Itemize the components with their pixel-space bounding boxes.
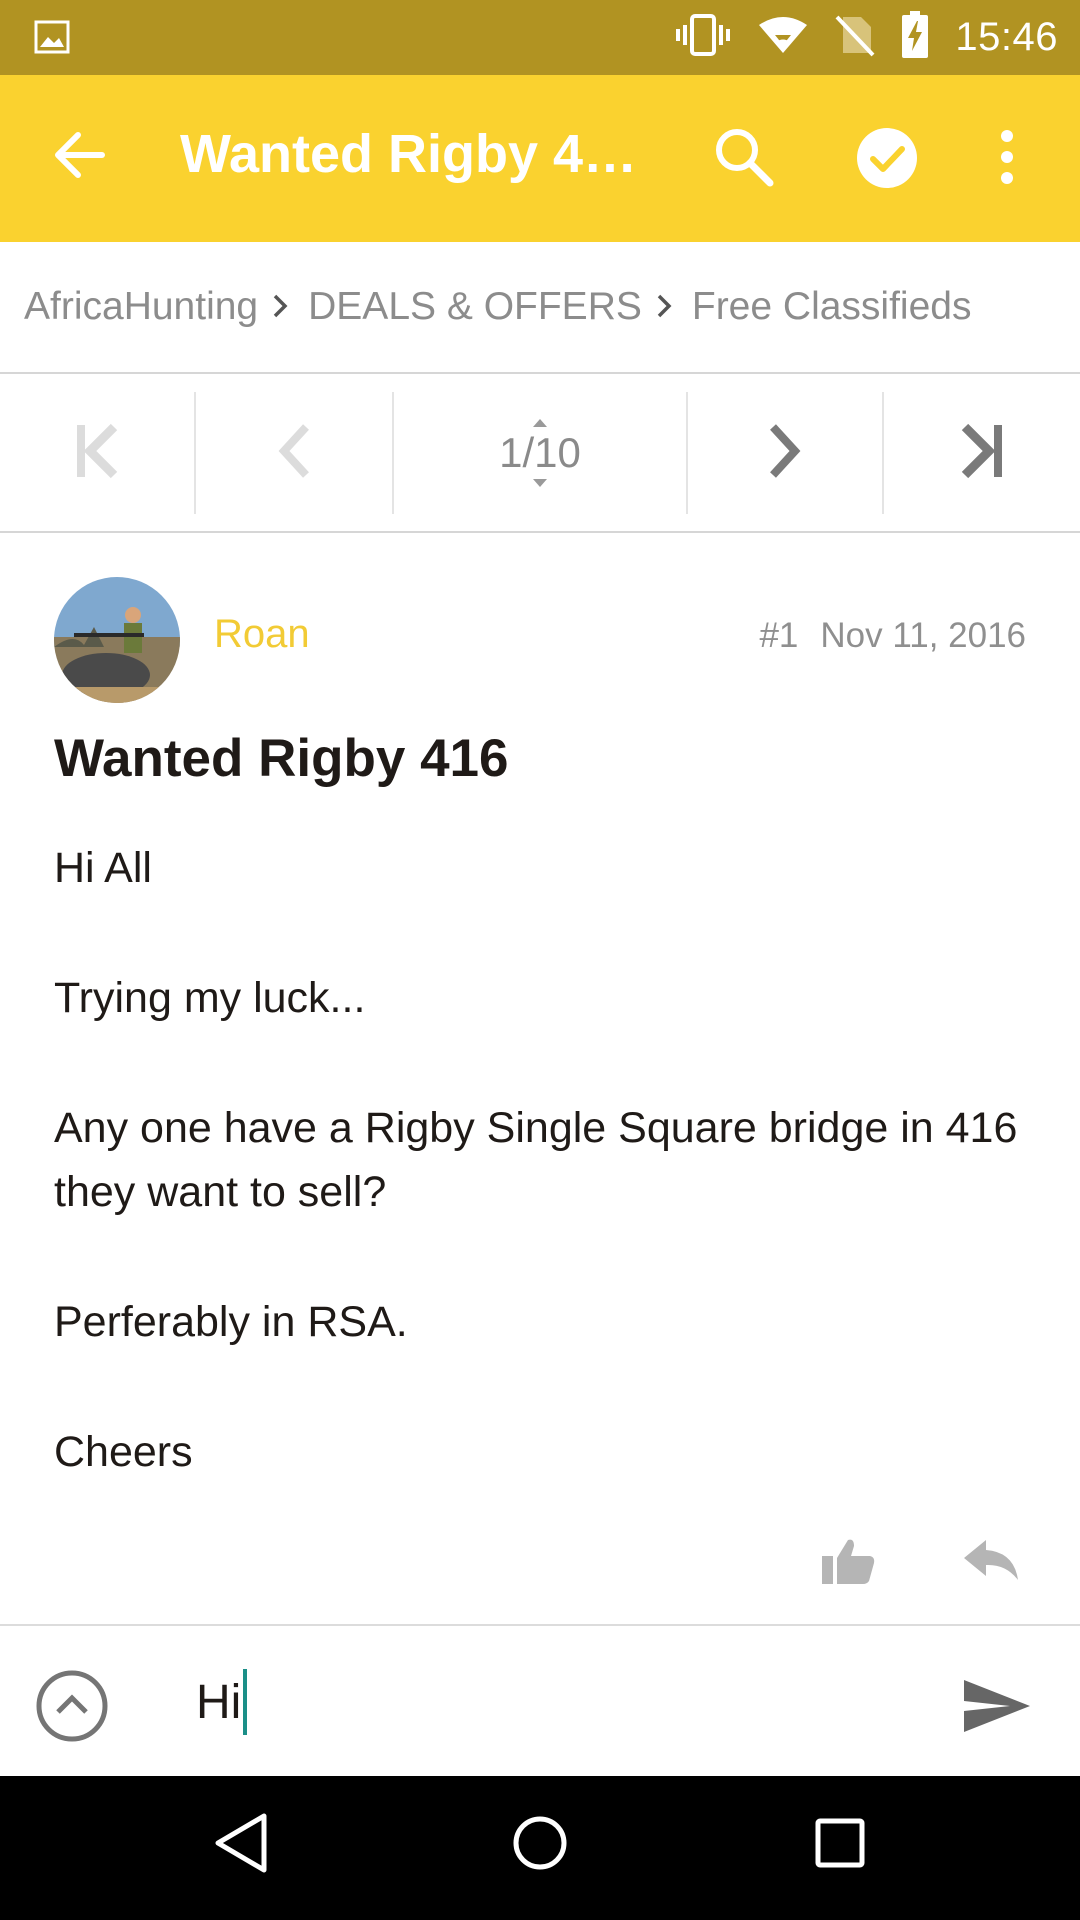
breadcrumb-item-deals[interactable]: DEALS & OFFERS xyxy=(308,285,642,329)
thumbs-up-icon[interactable] xyxy=(820,1536,876,1591)
prev-page-button[interactable] xyxy=(196,390,392,516)
nav-recents-icon[interactable] xyxy=(814,1812,866,1879)
back-arrow-icon[interactable] xyxy=(52,127,108,188)
avatar[interactable] xyxy=(54,577,180,703)
breadcrumb-item-free-classifieds[interactable]: Free Classifieds xyxy=(692,285,972,329)
first-page-icon xyxy=(72,421,122,486)
breadcrumb-item-africahunting[interactable]: AfricaHunting xyxy=(24,285,258,329)
post-paragraph: Cheers xyxy=(54,1428,193,1476)
wifi-icon xyxy=(757,15,809,60)
reply-input-value: Hi xyxy=(196,1675,242,1729)
post-paragraph: Trying my luck... xyxy=(54,974,366,1022)
post-title: Wanted Rigby 416 xyxy=(54,729,509,788)
last-page-icon xyxy=(957,421,1007,486)
caret-down-icon xyxy=(533,479,547,487)
breadcrumb: AfricaHunting DEALS & OFFERS Free Classi… xyxy=(0,242,1080,374)
post-body: Hi All Trying my luck... Any one have a … xyxy=(54,836,1034,1550)
page-selector[interactable]: 1/10 xyxy=(394,390,686,516)
post-paragraph: Any one have a Rigby Single Square bridg… xyxy=(54,1104,1018,1216)
text-caret xyxy=(243,1669,248,1735)
post-number[interactable]: #1 xyxy=(759,616,798,655)
first-page-button[interactable] xyxy=(0,390,194,516)
app-bar: Wanted Rigby 4… xyxy=(0,75,1080,242)
vibrate-icon xyxy=(675,13,731,62)
system-nav-bar xyxy=(0,1776,1080,1920)
post-paragraph: Perferably in RSA. xyxy=(54,1298,408,1346)
post-paragraph: Hi All xyxy=(54,844,152,892)
status-bar: 15:46 xyxy=(0,0,1080,75)
next-page-button[interactable] xyxy=(688,390,882,516)
chevron-left-icon xyxy=(274,421,314,486)
no-sim-icon xyxy=(835,13,875,62)
battery-charging-icon xyxy=(901,11,929,64)
nav-home-icon[interactable] xyxy=(512,1812,568,1879)
reply-icon[interactable] xyxy=(962,1536,1020,1587)
page-indicator: 1/10 xyxy=(499,429,581,476)
nav-back-icon[interactable] xyxy=(214,1812,268,1879)
search-icon[interactable] xyxy=(712,125,776,194)
expand-up-icon[interactable] xyxy=(36,1670,108,1747)
caret-up-icon xyxy=(533,419,547,427)
post-meta: #1 Nov 11, 2016 xyxy=(759,616,1026,656)
chevron-right-icon xyxy=(272,285,288,329)
gallery-icon xyxy=(34,20,70,59)
reply-input[interactable]: Hi xyxy=(196,1654,936,1750)
more-vert-icon[interactable] xyxy=(998,129,1016,190)
page-title: Wanted Rigby 4… xyxy=(180,124,638,184)
reply-bar: Hi xyxy=(0,1624,1080,1778)
status-time: 15:46 xyxy=(955,15,1058,59)
check-circle-icon[interactable] xyxy=(856,127,918,194)
send-icon[interactable] xyxy=(962,1678,1032,1739)
last-page-button[interactable] xyxy=(884,390,1080,516)
pagination-bar: 1/10 xyxy=(0,376,1080,533)
chevron-right-icon xyxy=(656,285,672,329)
post-date: Nov 11, 2016 xyxy=(820,616,1026,655)
chevron-right-icon xyxy=(765,421,805,486)
author-name[interactable]: Roan xyxy=(214,612,310,657)
